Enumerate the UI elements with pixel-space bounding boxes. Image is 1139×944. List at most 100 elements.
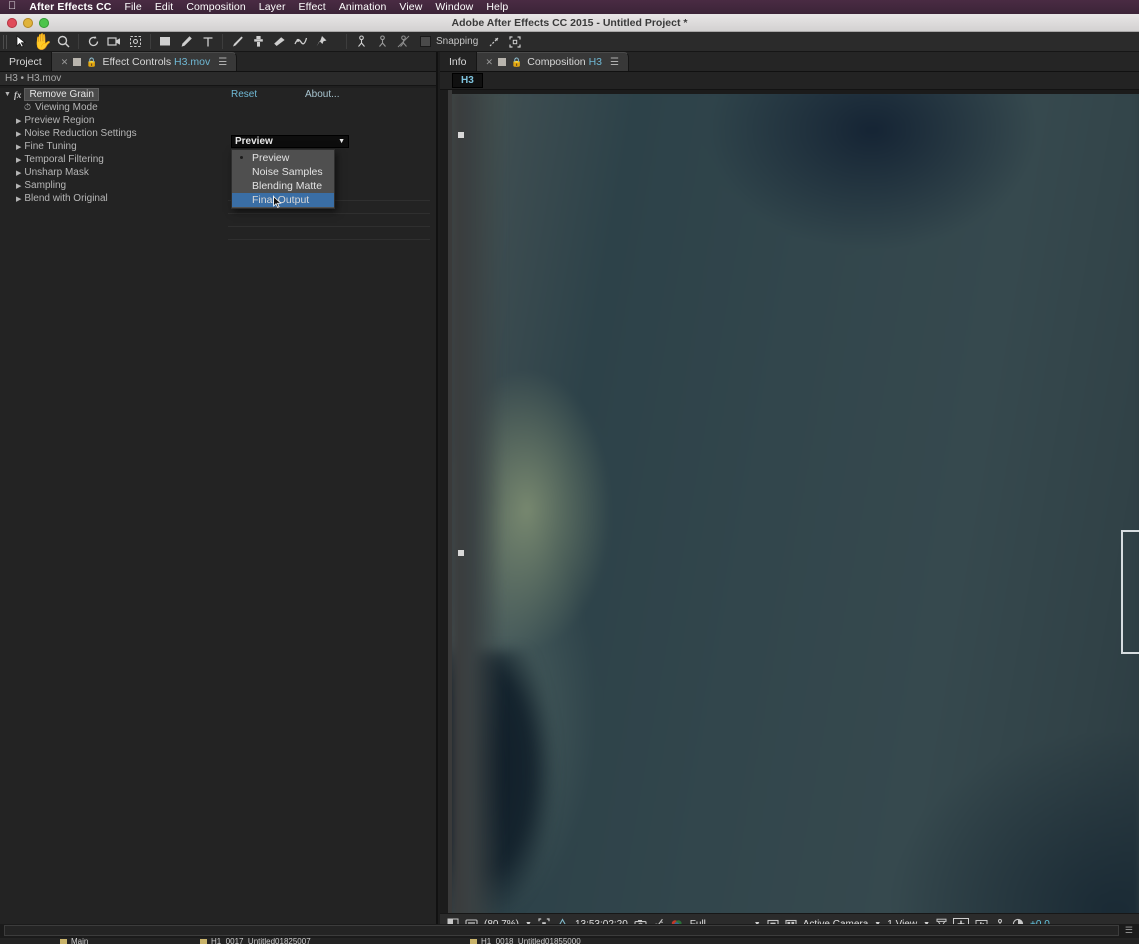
rotation-tool[interactable] <box>83 33 104 51</box>
menu-animation[interactable]: Animation <box>339 1 387 13</box>
layer-name: H1_0017_Untitled01825007 <box>211 938 311 944</box>
brush-tool[interactable] <box>227 33 248 51</box>
stopwatch-icon[interactable]: ⏱ <box>24 102 31 113</box>
tab-composition[interactable]: ✕ 🔒 Composition H3 ☰ <box>476 52 629 71</box>
table-row[interactable]: Main <box>0 938 200 944</box>
chevron-right-icon[interactable]: ▶ <box>16 117 21 125</box>
chevron-right-icon[interactable]: ▶ <box>16 169 21 177</box>
pen-tool[interactable] <box>176 33 197 51</box>
tab-effect-controls[interactable]: ✕ 🔒 Effect Controls H3.mov ☰ <box>51 52 238 71</box>
effect-controls-body: ▼ fx Remove Grain Reset About... ⏱ Viewi… <box>0 88 436 926</box>
menu-window[interactable]: Window <box>435 1 473 13</box>
lock-icon[interactable]: 🔒 <box>86 57 97 68</box>
composition-panel: Info ✕ 🔒 Composition H3 ☰ H3 <box>440 52 1139 944</box>
transform-box-icon[interactable] <box>504 33 525 51</box>
menu-item-label: Blending Matte <box>252 180 323 192</box>
property-group-label: Preview Region <box>24 115 95 126</box>
menu-item-noise-samples[interactable]: Noise Samples <box>232 165 334 179</box>
preview-region-box[interactable] <box>1121 530 1139 654</box>
selection-tool[interactable] <box>11 33 32 51</box>
tab-project[interactable]: Project <box>0 52 52 71</box>
property-group-label: Blend with Original <box>24 193 108 204</box>
timeline-panel: ☰ Main H1_0017_Untitled01825007 H1_0018_… <box>0 924 1139 944</box>
puppet-overlap-tool[interactable] <box>393 33 414 51</box>
menu-layer[interactable]: Layer <box>259 1 286 13</box>
reset-button[interactable]: Reset <box>231 89 257 100</box>
hand-tool[interactable]: ✋ <box>32 33 53 51</box>
search-input[interactable] <box>4 925 1119 936</box>
chevron-right-icon[interactable]: ▶ <box>16 130 21 138</box>
chevron-right-icon[interactable]: ▶ <box>16 156 21 164</box>
align-snap-icon[interactable] <box>483 33 504 51</box>
property-group-temporal-filtering[interactable]: ▶ Temporal Filtering <box>0 153 430 166</box>
property-group-sampling[interactable]: ▶ Sampling <box>0 179 430 192</box>
roto-brush-tool[interactable] <box>290 33 311 51</box>
property-group-preview-region[interactable]: ▶ Preview Region <box>0 114 430 127</box>
text-tool[interactable] <box>197 33 218 51</box>
panel-menu-icon[interactable]: ☰ <box>218 57 227 68</box>
menu-composition[interactable]: Composition <box>186 1 245 13</box>
panel-menu-icon[interactable]: ☰ <box>610 57 619 68</box>
snapping-checkbox[interactable] <box>420 36 431 47</box>
macos-menu-bar:  After Effects CC File Edit Composition… <box>0 0 1139 14</box>
after-effects-window:  After Effects CC File Edit Composition… <box>0 0 1139 944</box>
panel-color-swatch <box>73 58 82 66</box>
shape-tool[interactable] <box>155 33 176 51</box>
property-group-blend-with-original[interactable]: ▶ Blend with Original <box>0 192 430 205</box>
puppet-pin-tool[interactable] <box>311 33 332 51</box>
layer-handle-middle[interactable] <box>458 550 464 556</box>
menu-item-blending-matte[interactable]: Blending Matte <box>232 179 334 193</box>
menu-item-label: Noise Samples <box>252 166 323 178</box>
toolbar-divider-4 <box>346 34 347 49</box>
composition-navigator-bar: H3 <box>440 72 1139 90</box>
menu-help[interactable]: Help <box>486 1 508 13</box>
menu-view[interactable]: View <box>399 1 422 13</box>
viewing-mode-dropdown[interactable]: Preview ▼ <box>231 135 349 148</box>
property-group-fine-tuning[interactable]: ▶ Fine Tuning <box>0 140 430 153</box>
property-group-unsharp-mask[interactable]: ▶ Unsharp Mask <box>0 166 430 179</box>
viewing-mode-menu: Preview Noise Samples Blending Matte Fin… <box>231 149 335 209</box>
property-viewing-mode[interactable]: ⏱ Viewing Mode <box>0 101 430 114</box>
effect-header-row[interactable]: ▼ fx Remove Grain Reset About... <box>0 88 430 101</box>
layer-handle-top[interactable] <box>458 132 464 138</box>
about-button[interactable]: About... <box>305 89 339 100</box>
lock-icon[interactable]: 🔒 <box>511 57 522 68</box>
menu-item-final-output[interactable]: Final Output <box>232 193 334 208</box>
camera-tool[interactable] <box>104 33 125 51</box>
comp-name-chip[interactable]: H3 <box>452 73 483 88</box>
effect-name[interactable]: Remove Grain <box>24 88 99 101</box>
chevron-right-icon[interactable]: ▶ <box>16 143 21 151</box>
eraser-tool[interactable] <box>269 33 290 51</box>
panel-menu-icon[interactable]: ☰ <box>1125 925 1133 936</box>
puppet-starch-tool[interactable] <box>372 33 393 51</box>
close-icon[interactable]: ✕ <box>486 57 494 68</box>
chevron-right-icon[interactable]: ▶ <box>16 195 21 203</box>
apple-icon[interactable]:  <box>8 0 16 12</box>
pan-behind-tool[interactable] <box>125 33 146 51</box>
timeline-layer-rows: Main H1_0017_Untitled01825007 H1_0018_Un… <box>0 938 1139 944</box>
puppet-position-tool[interactable] <box>351 33 372 51</box>
chevron-down-icon[interactable]: ▼ <box>4 91 11 98</box>
tab-effect-controls-label: Effect Controls H3.mov <box>102 56 211 68</box>
menu-effect[interactable]: Effect <box>299 1 326 13</box>
property-group-noise-reduction-settings[interactable]: ▶ Noise Reduction Settings <box>0 127 430 140</box>
zoom-tool[interactable] <box>53 33 74 51</box>
tab-info[interactable]: Info <box>440 52 477 71</box>
composition-viewer[interactable] <box>448 90 1139 944</box>
chevron-right-icon[interactable]: ▶ <box>16 182 21 190</box>
table-row[interactable]: H1_0018_Untitled01855000 <box>470 938 770 944</box>
toolbar-divider-2 <box>150 34 151 49</box>
close-icon[interactable]: ✕ <box>61 57 69 68</box>
menu-app-name[interactable]: After Effects CC <box>29 1 111 13</box>
table-row[interactable]: H1_0017_Untitled01825007 <box>200 938 470 944</box>
property-group-label: Unsharp Mask <box>24 167 89 178</box>
toolbar-grip[interactable] <box>3 34 8 49</box>
layer-color-swatch <box>60 938 67 944</box>
composition-canvas[interactable] <box>452 90 1139 944</box>
clone-stamp-tool[interactable] <box>248 33 269 51</box>
menu-file[interactable]: File <box>124 1 141 13</box>
chevron-down-icon: ▼ <box>338 138 345 145</box>
menu-edit[interactable]: Edit <box>155 1 174 13</box>
tab-info-label: Info <box>449 55 467 68</box>
menu-item-preview[interactable]: Preview <box>232 151 334 165</box>
